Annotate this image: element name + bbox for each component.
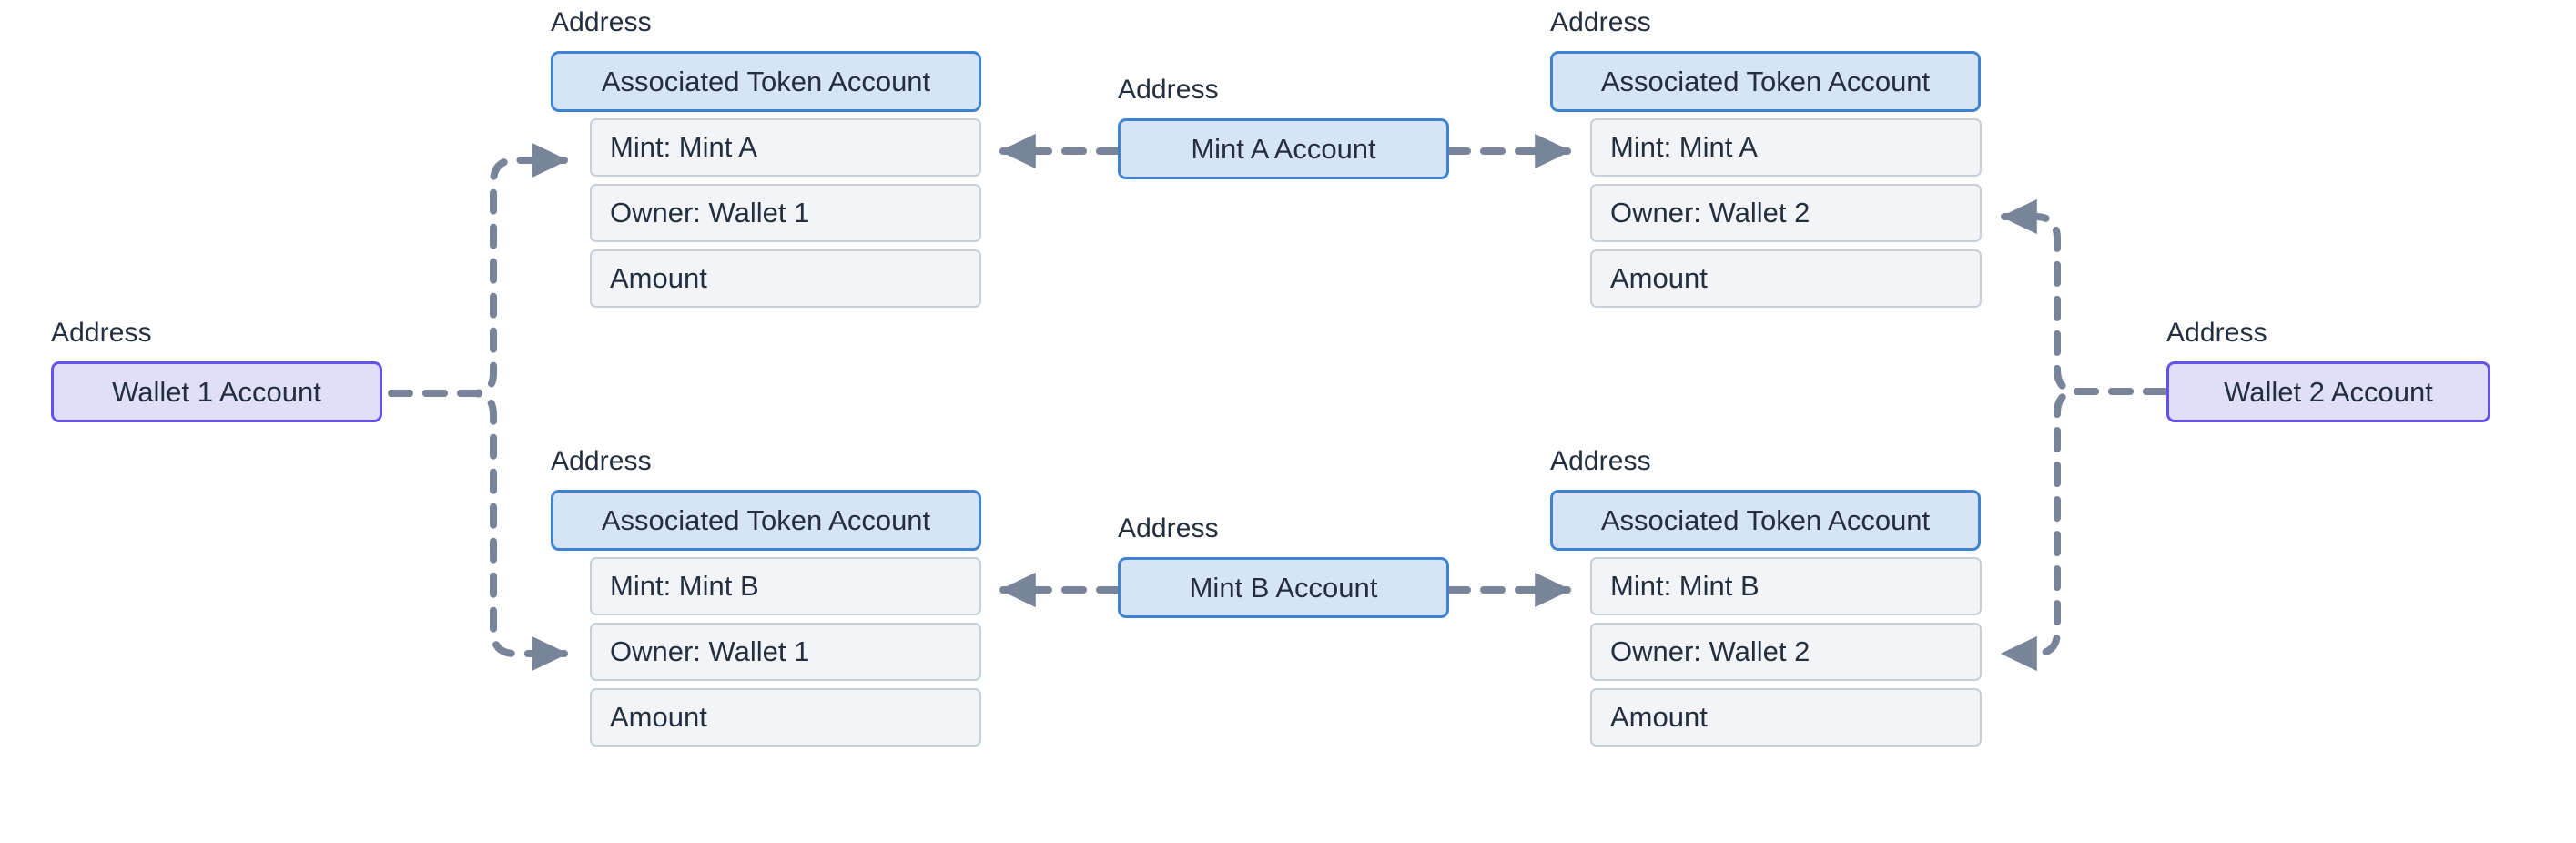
edge-wallet2-to-ata-bottom-right (2000, 388, 2168, 672)
ata-header[interactable]: Associated Token Account (1550, 490, 1981, 551)
ata-field-owner[interactable]: Owner: Wallet 1 (590, 623, 981, 681)
address-caption: Address (1550, 446, 1651, 476)
ata-field-amount[interactable]: Amount (590, 249, 981, 308)
ata-header[interactable]: Associated Token Account (551, 490, 981, 551)
ata-field-mint[interactable]: Mint: Mint B (1590, 557, 1982, 615)
address-caption: Address (551, 7, 652, 37)
ata-field-amount[interactable]: Amount (1590, 688, 1982, 747)
ata-field-mint[interactable]: Mint: Mint A (590, 118, 981, 177)
ata-field-owner[interactable]: Owner: Wallet 2 (1590, 623, 1982, 681)
address-caption: Address (1550, 7, 1651, 37)
ata-field-owner[interactable]: Owner: Wallet 1 (590, 184, 981, 242)
edge-wallet1-to-ata-bottom-left (215, 390, 569, 672)
address-caption: Address (51, 318, 152, 348)
ata-header[interactable]: Associated Token Account (551, 51, 981, 112)
edge-wallet2-to-ata-top-right (2000, 198, 2168, 395)
ata-field-amount[interactable]: Amount (1590, 249, 1982, 308)
ata-header[interactable]: Associated Token Account (1550, 51, 1981, 112)
address-caption: Address (1118, 75, 1219, 105)
address-caption: Address (2166, 318, 2267, 348)
mint-b-box[interactable]: Mint B Account (1118, 557, 1449, 618)
ata-field-mint[interactable]: Mint: Mint A (1590, 118, 1982, 177)
address-caption: Address (551, 446, 652, 476)
ata-field-mint[interactable]: Mint: Mint B (590, 557, 981, 615)
diagram-canvas: Address Associated Token Account Mint: M… (0, 0, 2576, 843)
ata-field-amount[interactable]: Amount (590, 688, 981, 747)
wallet-2-box[interactable]: Wallet 2 Account (2166, 361, 2490, 422)
address-caption: Address (1118, 513, 1219, 543)
edge-wallet1-to-ata-top-left (215, 142, 569, 397)
wallet-1-box[interactable]: Wallet 1 Account (51, 361, 382, 422)
ata-field-owner[interactable]: Owner: Wallet 2 (1590, 184, 1982, 242)
mint-a-box[interactable]: Mint A Account (1118, 118, 1449, 179)
